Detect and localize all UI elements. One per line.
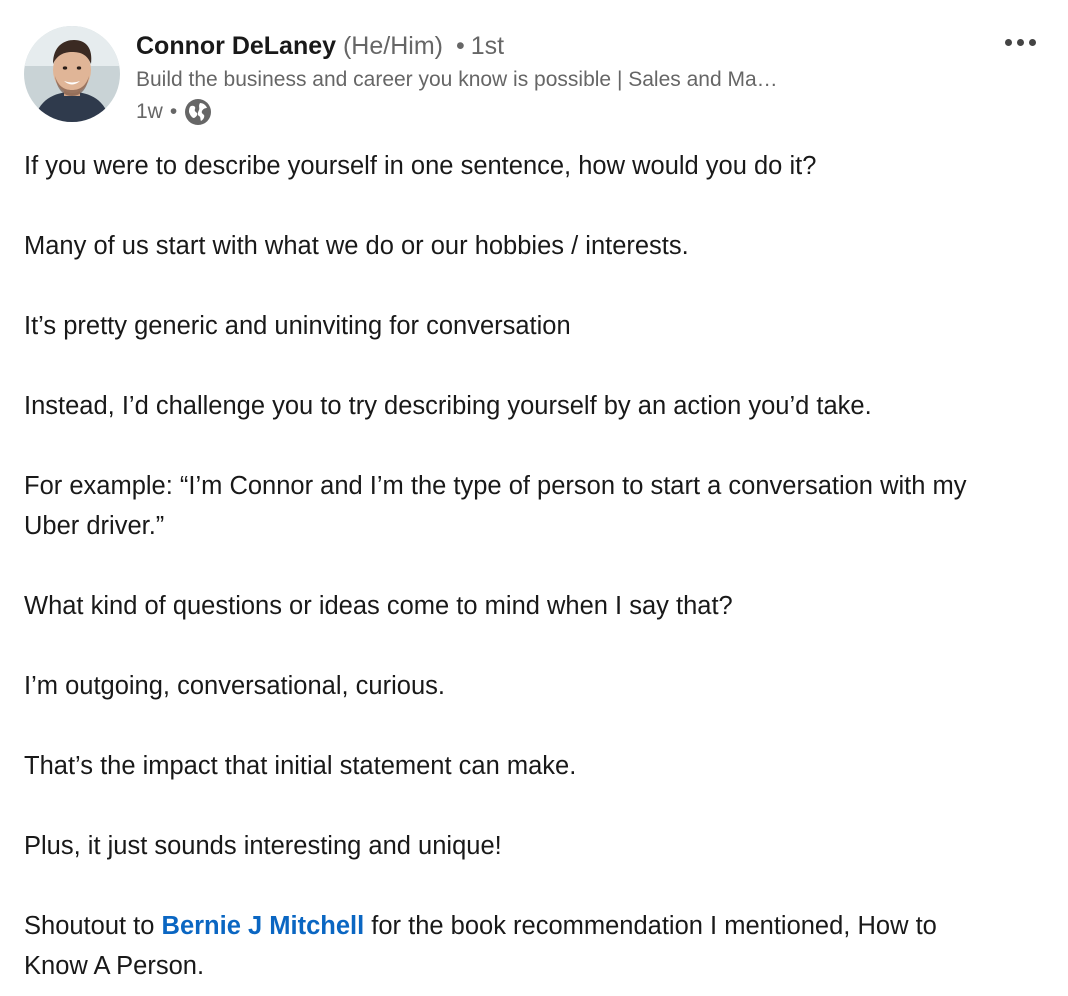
post-paragraph: Instead, I’d challenge you to try descri… xyxy=(24,392,872,420)
author-name[interactable]: Connor DeLaney xyxy=(136,32,336,60)
avatar-photo xyxy=(24,26,120,122)
post-paragraph: That’s the impact that initial statement… xyxy=(24,752,577,780)
separator-dot: • xyxy=(455,32,465,60)
mention-link[interactable]: Bernie J Mitchell xyxy=(162,912,365,940)
author-headline: Build the business and career you know i… xyxy=(136,68,778,91)
globe-icon xyxy=(184,98,212,126)
connection-degree: 1st xyxy=(470,32,505,60)
post-paragraph: For example: “I’m Connor and I’m the typ… xyxy=(24,472,967,540)
shoutout-text: Shoutout to xyxy=(24,912,162,940)
post-paragraph: What kind of questions or ideas come to … xyxy=(24,592,733,620)
post-paragraph: Many of us start with what we do or our … xyxy=(24,232,689,260)
feed-post: Connor DeLaney (He/Him) • 1st Build the b… xyxy=(0,0,1068,996)
author-name-row: Connor DeLaney (He/Him) • 1st xyxy=(136,28,956,64)
more-options-button[interactable] xyxy=(996,30,1044,54)
post-paragraph: Shoutout to Bernie J Mitchell for the bo… xyxy=(24,906,984,986)
ellipsis-icon xyxy=(1016,38,1024,46)
ellipsis-icon xyxy=(1028,38,1036,46)
post-time: 1w xyxy=(136,100,163,123)
post-body: If you were to describe yourself in one … xyxy=(24,146,1024,986)
ellipsis-icon xyxy=(1004,38,1012,46)
author-pronouns: (He/Him) xyxy=(342,32,443,60)
separator-dot: • xyxy=(169,100,178,123)
author-avatar[interactable] xyxy=(24,26,120,122)
post-paragraph: I’m outgoing, conversational, curious. xyxy=(24,672,445,700)
author-info: Connor DeLaney (He/Him) • 1st Build the b… xyxy=(136,28,956,127)
post-meta: 1w • xyxy=(136,97,956,127)
post-paragraph: Plus, it just sounds interesting and uni… xyxy=(24,832,502,860)
post-paragraph: It’s pretty generic and uninviting for c… xyxy=(24,312,571,340)
post-paragraph: If you were to describe yourself in one … xyxy=(24,152,817,180)
